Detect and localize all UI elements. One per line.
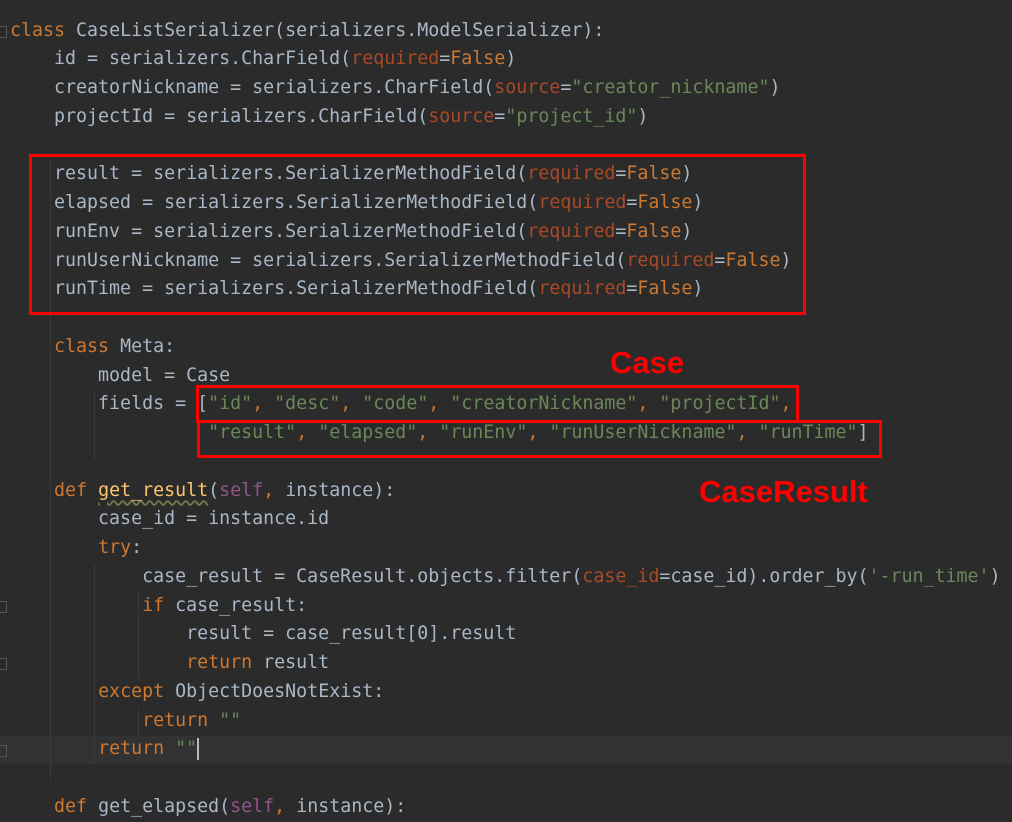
code-text: get_elapsed(	[98, 795, 231, 817]
code-text: =	[439, 48, 451, 70]
code-text: case_result:	[175, 594, 308, 616]
code-text: result	[263, 652, 330, 673]
code-text: :	[131, 537, 143, 558]
code-line[interactable]: class Meta:	[10, 333, 175, 362]
keyword: False	[450, 48, 506, 70]
keyword: if	[142, 594, 176, 616]
code-text: (	[208, 479, 220, 501]
code-text: case_id = instance.id	[10, 508, 330, 530]
keyword: class	[54, 335, 121, 357]
code-line[interactable]: case_id = instance.id	[10, 505, 329, 534]
code-line[interactable]: try:	[10, 534, 142, 563]
self-keyword: self	[219, 479, 264, 501]
annotation-box-case-fields	[196, 385, 799, 423]
code-line[interactable]: case_result = CaseResult.objects.filter(…	[10, 563, 1001, 592]
code-text: instance):	[296, 795, 407, 817]
code-text: id = serializers.CharField(	[10, 48, 352, 70]
code-text: )	[769, 77, 781, 98]
parameter-name: source	[428, 105, 495, 127]
fold-marker-icon[interactable]	[0, 658, 7, 670]
string-literal: '-run_time'	[868, 565, 990, 587]
keyword: ,	[274, 795, 297, 817]
keyword: def	[54, 795, 99, 817]
code-line[interactable]: result = case_result[0].result	[10, 620, 516, 649]
keyword: return	[98, 738, 176, 760]
code-line[interactable]: class CaseListSerializer(serializers.Mod…	[10, 17, 604, 46]
annotation-label-caseresult: CaseResult	[699, 474, 868, 509]
self-keyword: self	[230, 795, 275, 817]
fold-marker-icon[interactable]	[0, 26, 7, 38]
string-literal: ""	[219, 709, 242, 731]
code-text: =case_id).order_by(	[659, 565, 869, 587]
code-text: )	[637, 105, 649, 127]
annotation-box-method-fields	[29, 154, 806, 315]
code-line[interactable]: return ""	[10, 735, 200, 764]
code-text: =	[560, 77, 572, 98]
fold-marker-icon[interactable]	[0, 745, 7, 757]
string-literal: "project_id"	[505, 105, 638, 127]
code-line[interactable]: creatorNickname = serializers.CharField(…	[10, 74, 780, 103]
parameter-name: case_id	[582, 565, 660, 587]
keyword: except	[98, 680, 176, 702]
code-text: Meta:	[120, 335, 176, 357]
code-text: )	[505, 48, 517, 70]
code-line[interactable]: id = serializers.CharField(required=Fals…	[10, 45, 516, 74]
code-line[interactable]: def get_result(self, instance):	[10, 477, 395, 506]
function-name: get_result	[98, 479, 209, 501]
code-line[interactable]: return result	[10, 649, 329, 678]
text-cursor	[197, 738, 200, 761]
fold-marker-icon[interactable]	[0, 601, 7, 613]
code-text: 0	[417, 623, 429, 645]
code-text: projectId = serializers.CharField(	[10, 105, 429, 127]
parameter-name: required	[351, 48, 440, 70]
string-literal: "creator_nickname"	[571, 77, 770, 98]
keyword: return	[142, 709, 220, 731]
code-text: instance):	[285, 479, 396, 501]
keyword: ,	[263, 479, 286, 501]
keyword: class	[10, 19, 77, 41]
code-text: result = case_result[	[10, 623, 418, 645]
code-line[interactable]: def get_elapsed(self, instance):	[10, 793, 406, 822]
code-line[interactable]: projectId = serializers.CharField(source…	[10, 103, 648, 132]
code-text: ObjectDoesNotExist:	[175, 680, 385, 702]
code-line[interactable]: except ObjectDoesNotExist:	[10, 678, 384, 707]
code-text: =	[494, 105, 506, 127]
code-text: )	[989, 565, 1001, 587]
code-text: case_result = CaseResult.objects.filter(	[10, 565, 583, 587]
code-text: ].result	[428, 623, 517, 645]
keyword: return	[186, 652, 264, 673]
code-line[interactable]: return ""	[10, 707, 241, 736]
keyword: try	[98, 537, 132, 558]
parameter-name: source	[494, 77, 561, 98]
code-line[interactable]: if case_result:	[10, 592, 307, 621]
string-literal: ""	[175, 738, 198, 760]
code-text: creatorNickname = serializers.CharField(	[10, 77, 495, 98]
code-text: fields = [	[10, 393, 209, 415]
code-text: model = Case	[10, 364, 231, 386]
code-text: CaseListSerializer(serializers.ModelSeri…	[76, 19, 605, 41]
annotation-label-case: Case	[610, 345, 685, 380]
keyword: def	[54, 479, 99, 501]
annotation-box-caseresult-fields	[197, 420, 882, 458]
